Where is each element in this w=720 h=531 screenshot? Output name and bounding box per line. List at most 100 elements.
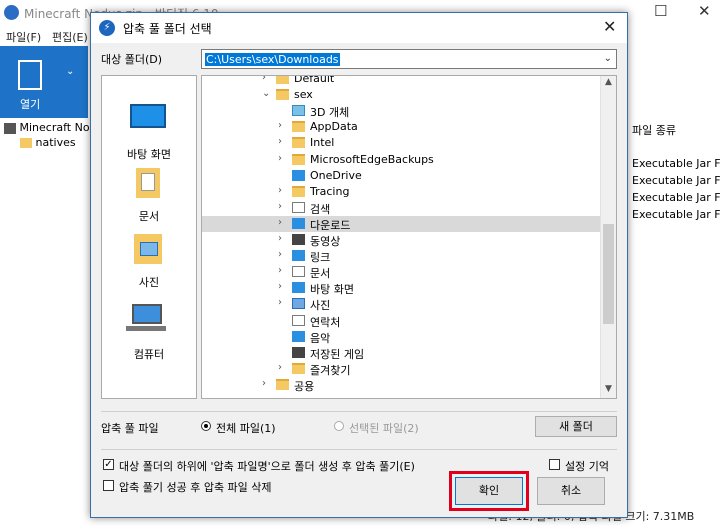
chevron-right-icon[interactable]: ›: [278, 297, 282, 308]
target-folder-label: 대상 폴더(D): [101, 53, 163, 66]
tree-item[interactable]: › 다운로드: [202, 215, 600, 232]
tree-item-label: OneDrive: [310, 168, 362, 182]
menu-edit[interactable]: 편집(E): [52, 29, 88, 45]
tree-item[interactable]: › Default: [202, 75, 600, 87]
tree-item[interactable]: › 바탕 화면: [202, 280, 600, 296]
checkbox-box[interactable]: ✓: [103, 459, 114, 470]
tree-item-label: 다운로드: [310, 218, 351, 232]
dialog-titlebar: ⚡ 압축 풀 폴더 선택 ✕: [91, 13, 627, 43]
open-label: 열기: [20, 98, 41, 111]
folder-icon: [292, 153, 305, 165]
column-header-file-type[interactable]: 파일 종류: [632, 122, 676, 138]
chevron-right-icon[interactable]: ›: [278, 185, 282, 196]
tree-item[interactable]: › 사진: [202, 296, 600, 312]
tree-item-label: 음악: [310, 331, 331, 345]
tree-item-label: 3D 개체: [310, 106, 350, 120]
desktop-icon: [130, 104, 166, 128]
extract-folder-dialog: ⚡ 압축 풀 폴더 선택 ✕ 대상 폴더(D) C:\Users\sex\Dow…: [90, 12, 628, 518]
chevron-right-icon[interactable]: ›: [278, 362, 282, 373]
scroll-up-icon[interactable]: ▲: [605, 77, 612, 87]
chevron-right-icon[interactable]: ›: [278, 265, 282, 276]
tree-item[interactable]: 연락처: [202, 313, 600, 329]
tree-item-label: AppData: [310, 120, 358, 134]
tree-item[interactable]: 음악: [202, 329, 600, 345]
tree-item-label: Default: [294, 75, 335, 85]
chevron-right-icon[interactable]: ›: [278, 136, 282, 147]
tree-item[interactable]: › MicrosoftEdgeBackups: [202, 152, 600, 168]
chevron-right-icon[interactable]: ›: [278, 120, 282, 131]
radio-all-files-label: 전체 파일(1): [216, 422, 276, 435]
new-folder-button[interactable]: 새 폴더: [535, 416, 617, 437]
background-archive-tree: Minecraft Nodus natives: [0, 118, 109, 531]
close-icon[interactable]: ✕: [698, 2, 711, 20]
menu-file[interactable]: 파일(F): [6, 29, 41, 45]
radio-selected-files-label: 선택된 파일(2): [349, 422, 419, 435]
tree-item-label: 검색: [310, 202, 331, 216]
tree-item[interactable]: › 링크: [202, 248, 600, 264]
place-label: 바탕 화면: [127, 148, 171, 161]
place-desktop[interactable]: 바탕 화면: [102, 96, 196, 164]
tree-item[interactable]: ⌄ sex: [202, 87, 600, 103]
files-to-extract-label: 압축 풀 파일: [101, 422, 159, 435]
cancel-button[interactable]: 취소: [537, 477, 605, 505]
scrollbar-thumb[interactable]: [603, 224, 614, 324]
place-pictures[interactable]: 사진: [102, 230, 196, 294]
chevron-right-icon[interactable]: ›: [262, 76, 266, 83]
desktop-icon: [292, 282, 305, 294]
tree-item[interactable]: › 검색: [202, 200, 600, 216]
onedrive-icon: [292, 169, 305, 181]
tree-item-label: 즐겨찾기: [310, 363, 351, 377]
place-documents[interactable]: 문서: [102, 164, 196, 228]
chevron-right-icon[interactable]: ›: [278, 281, 282, 292]
open-button[interactable]: 열기 ⌄: [0, 46, 88, 118]
chevron-right-icon[interactable]: ›: [278, 153, 282, 164]
maximize-icon[interactable]: ☐: [654, 2, 667, 20]
tree-item[interactable]: OneDrive: [202, 168, 600, 184]
folder-icon: [292, 121, 305, 133]
chevron-down-icon[interactable]: ⌄: [604, 53, 612, 64]
chevron-down-icon[interactable]: ⌄: [262, 88, 270, 99]
tree-item[interactable]: › AppData: [202, 119, 600, 135]
favorites-icon: [292, 362, 305, 374]
documents-icon: [292, 266, 305, 278]
chevron-right-icon[interactable]: ›: [278, 249, 282, 260]
place-computer[interactable]: 컴퓨터: [102, 296, 196, 362]
tree-item[interactable]: 3D 개체: [202, 103, 600, 119]
quick-places-panel: 바탕 화면 문서 사진 컴퓨터: [101, 75, 197, 399]
checkbox-box[interactable]: [103, 480, 114, 491]
dialog-close-icon[interactable]: ✕: [603, 17, 616, 36]
tree-scrollbar[interactable]: ▲ ▼: [600, 76, 616, 398]
tree-item[interactable]: › 즐겨찾기: [202, 361, 600, 377]
natives-folder-item[interactable]: natives: [20, 136, 76, 149]
folder-icon: [276, 89, 289, 101]
radio-dot[interactable]: [201, 421, 211, 431]
section-divider: [101, 411, 617, 412]
chevron-right-icon[interactable]: ›: [278, 233, 282, 244]
tree-item[interactable]: › 문서: [202, 264, 600, 280]
target-path-text[interactable]: C:\Users\sex\Downloads: [205, 53, 340, 66]
tree-item[interactable]: › Tracing: [202, 184, 600, 200]
pictures-icon: [134, 234, 162, 264]
file-type-cell: Executable Jar File: [632, 191, 720, 204]
tree-item[interactable]: › Intel: [202, 135, 600, 151]
chevron-right-icon[interactable]: ›: [262, 378, 266, 389]
chevron-down-icon[interactable]: ⌄: [66, 66, 74, 77]
folder-tree[interactable]: › Default ⌄ sex 3D 개체 › AppData › Intel › Microsof…: [201, 75, 617, 399]
target-path-combobox[interactable]: C:\Users\sex\Downloads ⌄: [201, 49, 617, 69]
tree-item-label: sex: [294, 88, 313, 102]
documents-icon: [136, 168, 160, 198]
checkbox-box[interactable]: [549, 459, 560, 470]
delete-archive-label: 압축 풀기 성공 후 압축 파일 삭제: [119, 481, 272, 494]
tree-item[interactable]: › 공용: [202, 377, 600, 393]
tree-item[interactable]: 저장된 게임: [202, 345, 600, 361]
links-icon: [292, 250, 305, 262]
open-icon: [18, 60, 42, 90]
chevron-right-icon[interactable]: ›: [278, 217, 282, 228]
radio-dot: [334, 421, 344, 431]
place-label: 사진: [138, 276, 160, 289]
scroll-down-icon[interactable]: ▼: [605, 384, 612, 394]
tree-item[interactable]: › 동영상: [202, 232, 600, 248]
search-icon: [292, 201, 305, 213]
chevron-right-icon[interactable]: ›: [278, 201, 282, 212]
file-type-cell: Executable Jar File: [632, 157, 720, 170]
